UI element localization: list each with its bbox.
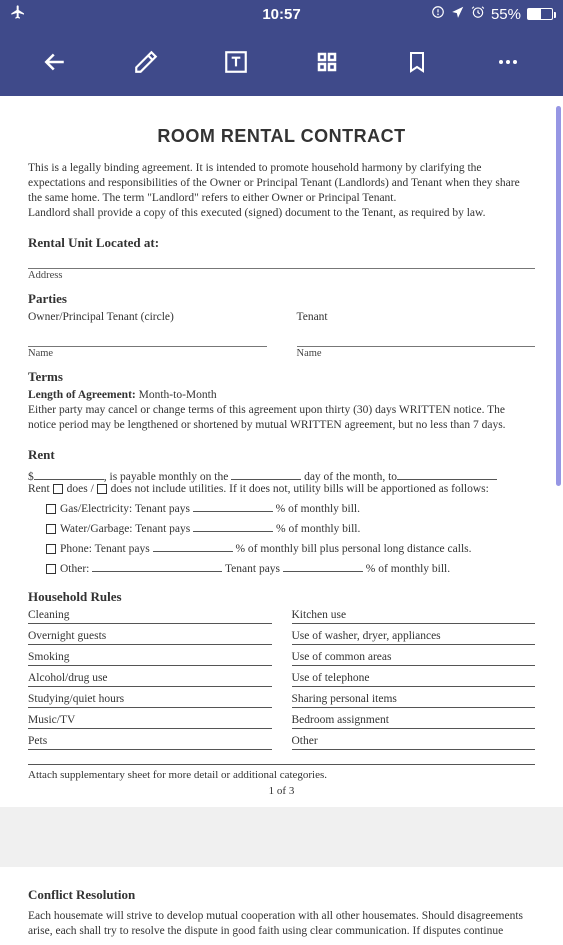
rent-line-2: Rent does / does not include utilities. …	[28, 483, 535, 495]
battery-percent: 55%	[491, 6, 521, 23]
length-label: Length of Agreement:	[28, 389, 136, 401]
rule-left-2: Smoking	[28, 651, 272, 666]
rule-right-5: Bedroom assignment	[292, 714, 536, 729]
rule-right-2: Use of common areas	[292, 651, 536, 666]
divider	[28, 764, 535, 765]
rule-left-3: Alcohol/drug use	[28, 672, 272, 687]
owner-label: Owner/Principal Tenant (circle)	[28, 311, 267, 323]
page-number: 1 of 3	[28, 785, 535, 797]
tenant-name-label: Name	[297, 348, 536, 359]
intro-text: This is a legally binding agreement. It …	[28, 161, 535, 221]
rule-left-5: Music/TV	[28, 714, 272, 729]
rule-right-1: Use of washer, dryer, appliances	[292, 630, 536, 645]
back-button[interactable]	[35, 42, 75, 82]
location-heading: Rental Unit Located at:	[28, 235, 535, 251]
rule-right-3: Use of telephone	[292, 672, 536, 687]
terms-body: Either party may cancel or change terms …	[28, 403, 535, 433]
conflict-body: Each housemate will strive to develop mu…	[28, 909, 535, 939]
length-value: Month-to-Month	[139, 389, 217, 401]
airplane-mode-icon	[10, 4, 26, 24]
edit-button[interactable]	[126, 42, 166, 82]
rule-right-0: Kitchen use	[292, 609, 536, 624]
document-viewport[interactable]: ROOM RENTAL CONTRACT This is a legally b…	[0, 96, 563, 945]
owner-name-label: Name	[28, 348, 267, 359]
rule-left-1: Overnight guests	[28, 630, 272, 645]
text-style-button[interactable]	[216, 42, 256, 82]
alarm-icon	[471, 5, 485, 23]
doc-title: ROOM RENTAL CONTRACT	[28, 126, 535, 147]
document-page-2: Conflict Resolution Each housemate will …	[0, 867, 563, 945]
rule-right-6: Other	[292, 735, 536, 750]
tenant-label: Tenant	[297, 311, 536, 323]
document-page-1: ROOM RENTAL CONTRACT This is a legally b…	[0, 96, 563, 807]
toolbar	[0, 28, 563, 96]
status-bar: 10:57 55%	[0, 0, 563, 28]
rule-left-0: Cleaning	[28, 609, 272, 624]
grid-view-button[interactable]	[307, 42, 347, 82]
rules-grid: Cleaning Kitchen use Overnight guests Us…	[28, 609, 535, 750]
address-label: Address	[28, 270, 535, 281]
rule-left-4: Studying/quiet hours	[28, 693, 272, 708]
scroll-indicator[interactable]	[556, 106, 561, 486]
tenant-name-line	[297, 333, 536, 347]
location-icon	[451, 5, 465, 23]
more-button[interactable]	[488, 42, 528, 82]
rules-heading: Household Rules	[28, 589, 535, 605]
rent-line-1: $, is payable monthly on the day of the …	[28, 469, 535, 483]
rotation-lock-icon	[431, 5, 445, 23]
rule-right-4: Sharing personal items	[292, 693, 536, 708]
attach-note: Attach supplementary sheet for more deta…	[28, 769, 535, 781]
utilities-list: Gas/Electricity: Tenant pays % of monthl…	[28, 501, 535, 575]
conflict-heading: Conflict Resolution	[28, 887, 535, 903]
status-time: 10:57	[262, 6, 300, 23]
battery-icon	[527, 8, 553, 20]
parties-heading: Parties	[28, 291, 535, 307]
rent-heading: Rent	[28, 447, 535, 463]
page-gap	[0, 807, 563, 867]
address-line	[28, 255, 535, 269]
bookmark-button[interactable]	[397, 42, 437, 82]
rule-left-6: Pets	[28, 735, 272, 750]
terms-heading: Terms	[28, 369, 535, 385]
owner-name-line	[28, 333, 267, 347]
